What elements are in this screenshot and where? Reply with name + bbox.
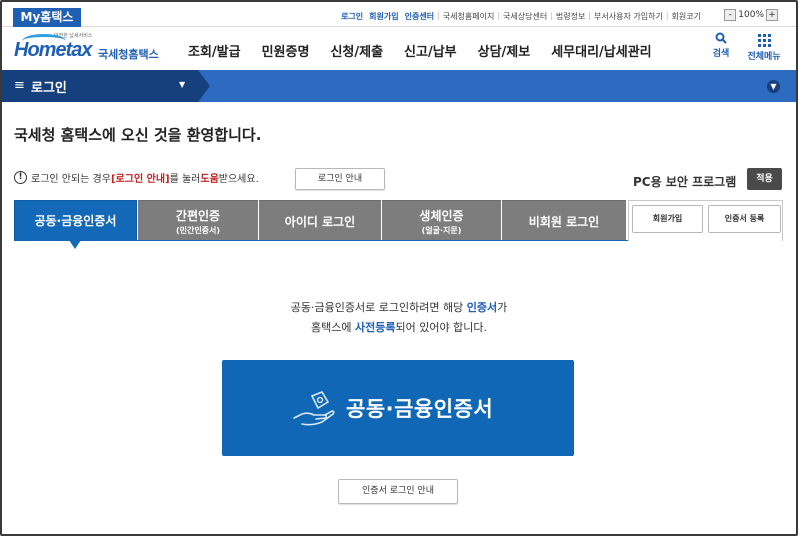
cert-login-label: 공동·금융인증서 [346,397,494,421]
pc-security-label: PC용 보안 프로그램 [633,175,737,189]
menu-civil-cert[interactable]: 민원증명 [262,41,310,60]
location-dropdown[interactable]: ≡ 로그인 ▼ [2,70,210,102]
notice-text-mid: 를 눌러 [169,174,201,185]
tab-joint-financial-cert[interactable]: 공동·금융인증서 [14,200,137,249]
hometax-logo[interactable]: 안전한 납세서비스 Hometax 국세청홈택스 [14,32,164,66]
top-utility-bar: My홈택스 로그인 회원가입 인증센터 | 국세청홈페이지 | 국세상담센터 |… [2,2,796,27]
cert-center-link[interactable]: 인증센터 [402,11,437,22]
my-hometax-tab[interactable]: My홈택스 [13,8,81,27]
tab-label: 간편인증 [175,208,221,223]
signup-link[interactable]: 회원가입 [366,11,401,22]
cert-register-button[interactable]: 인증서 등록 [708,205,781,233]
caret-down-icon: ▼ [179,80,186,89]
cert-login-button[interactable]: 공동·금융인증서 [222,360,574,456]
logo-korean-text: 국세청홈택스 [98,48,159,61]
search-button[interactable]: 검색 [709,32,733,59]
tab-label: 비회원 로그인 [528,214,600,229]
utility-links: 로그인 회원가입 인증센터 | 국세청홈페이지 | 국세상담센터 | 법령정보 … [338,11,704,22]
info-icon: ! [14,171,27,184]
hamburger-icon: ≡ [14,78,25,93]
law-info-link[interactable]: 법령정보 [553,11,588,22]
all-menu-label: 전체메뉴 [747,52,781,62]
notice-text-post: 받으세요. [218,174,259,185]
side-buttons: 회원가입 인증서 등록 [628,200,783,241]
notice-text-pre: 로그인 안되는 경우 [31,174,111,185]
cert-login-guide-button[interactable]: 인증서 로그인 안내 [338,479,458,504]
menu-tax-agent[interactable]: 세무대리/납세관리 [551,41,651,60]
menu-report-pay[interactable]: 신고/납부 [404,41,457,60]
login-method-tabs: 공동·금융인증서 간편인증 (민간인증서) 아이디 로그인 생체인증 (얼굴·지… [14,200,627,249]
signup-button[interactable]: 회원가입 [632,205,703,233]
nts-homepage-link[interactable]: 국세청홈페이지 [440,11,498,22]
extra-link[interactable]: 회원코기 [669,11,704,22]
location-bar: ≡ 로그인 ▼ ▼ [2,70,796,102]
main-menu: 조회/발급 민원증명 신청/제출 신고/납부 상담/제보 세무대리/납세관리 [188,41,673,60]
instruction-line-2: 홈택스에 사전등록되어 있어야 합니다. [311,321,487,334]
search-label: 검색 [712,49,730,59]
tab-id-login[interactable]: 아이디 로그인 [259,200,381,241]
login-guide-button[interactable]: 로그인 안내 [295,168,385,190]
page-title: 국세청 홈택스에 오신 것을 환영합니다. [14,126,262,144]
tab-label: 생체인증 [419,208,464,223]
grid-menu-icon [757,34,771,47]
zoom-control: - 100% + [724,9,778,21]
tab-sublabel: (얼굴·지문) [421,225,462,235]
notice-link-text: [로그인 안내] [110,174,170,185]
zoom-in-button[interactable]: + [766,9,778,21]
menu-inquiry-issue[interactable]: 조회/발급 [188,41,241,60]
cert-instruction: 공동·금융인증서로 로그인하려면 해당 인증서가 홈택스에 사전등록되어 있어야… [200,298,598,338]
tax-consult-link[interactable]: 국세상담센터 [500,11,550,22]
all-menu-button[interactable]: 전체메뉴 [742,32,786,62]
login-link[interactable]: 로그인 [338,11,366,22]
chevron-down-circle-icon[interactable]: ▼ [767,80,780,93]
tab-label: 아이디 로그인 [284,214,356,229]
instruction-line-1: 공동·금융인증서로 로그인하려면 해당 인증서가 [290,301,508,314]
menu-apply-submit[interactable]: 신청/제출 [330,41,383,60]
search-icon [709,32,733,46]
location-label: 로그인 [31,81,67,96]
logo-tagline: 안전한 납세서비스 [54,33,93,39]
hand-cert-icon [293,391,335,426]
tab-label: 공동·금융인증서 [34,214,117,228]
apply-security-button[interactable]: 적용 [747,168,782,190]
tab-non-member-login[interactable]: 비회원 로그인 [502,200,626,241]
main-navigation: 안전한 납세서비스 Hometax 국세청홈택스 조회/발급 민원증명 신청/제… [2,27,796,70]
tab-biometric-auth[interactable]: 생체인증 (얼굴·지문) [382,200,501,241]
zoom-level: 100% [738,10,764,20]
dept-user-signup-link[interactable]: 부서사용자 가입하기 [591,11,666,22]
tab-simple-auth[interactable]: 간편인증 (민간인증서) [138,200,258,241]
menu-consult-report[interactable]: 상담/제보 [478,41,531,60]
tab-sublabel: (민간인증서) [175,225,221,235]
login-notice: ! 로그인 안되는 경우 [로그인 안내] 를 눌러 도움 받으세요. [14,170,259,185]
zoom-out-button[interactable]: - [724,9,737,21]
notice-help-text: 도움 [200,174,219,185]
logo-text: Hometax [14,39,92,61]
